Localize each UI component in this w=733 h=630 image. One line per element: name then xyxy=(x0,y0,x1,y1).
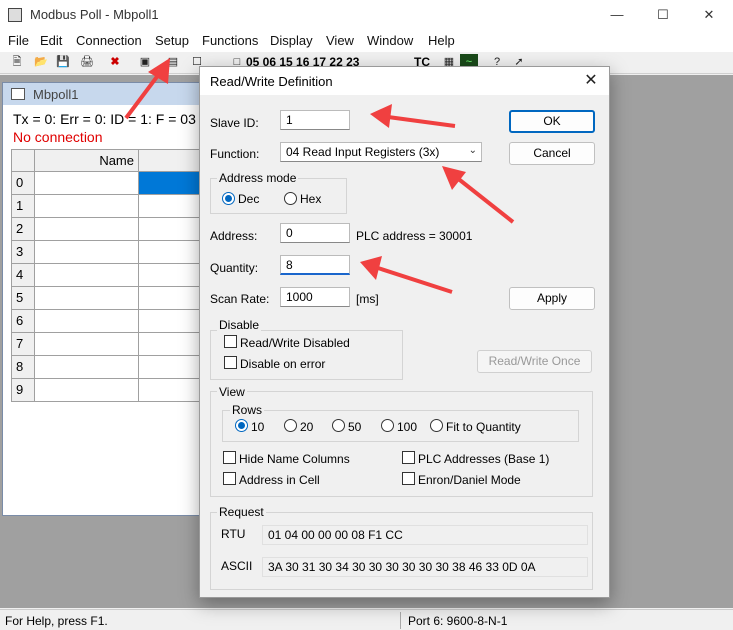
arrow-to-function xyxy=(454,175,515,224)
arrow-head-function xyxy=(442,166,466,190)
arrow-head-slave-id xyxy=(370,104,392,128)
arrow-to-quantity xyxy=(377,266,453,294)
arrow-head-setup xyxy=(148,58,170,84)
annotation-arrows xyxy=(124,58,515,294)
arrow-head-quantity xyxy=(360,256,382,280)
arrow-to-setup-menu xyxy=(124,68,164,120)
arrow-to-slave-id xyxy=(387,115,456,128)
